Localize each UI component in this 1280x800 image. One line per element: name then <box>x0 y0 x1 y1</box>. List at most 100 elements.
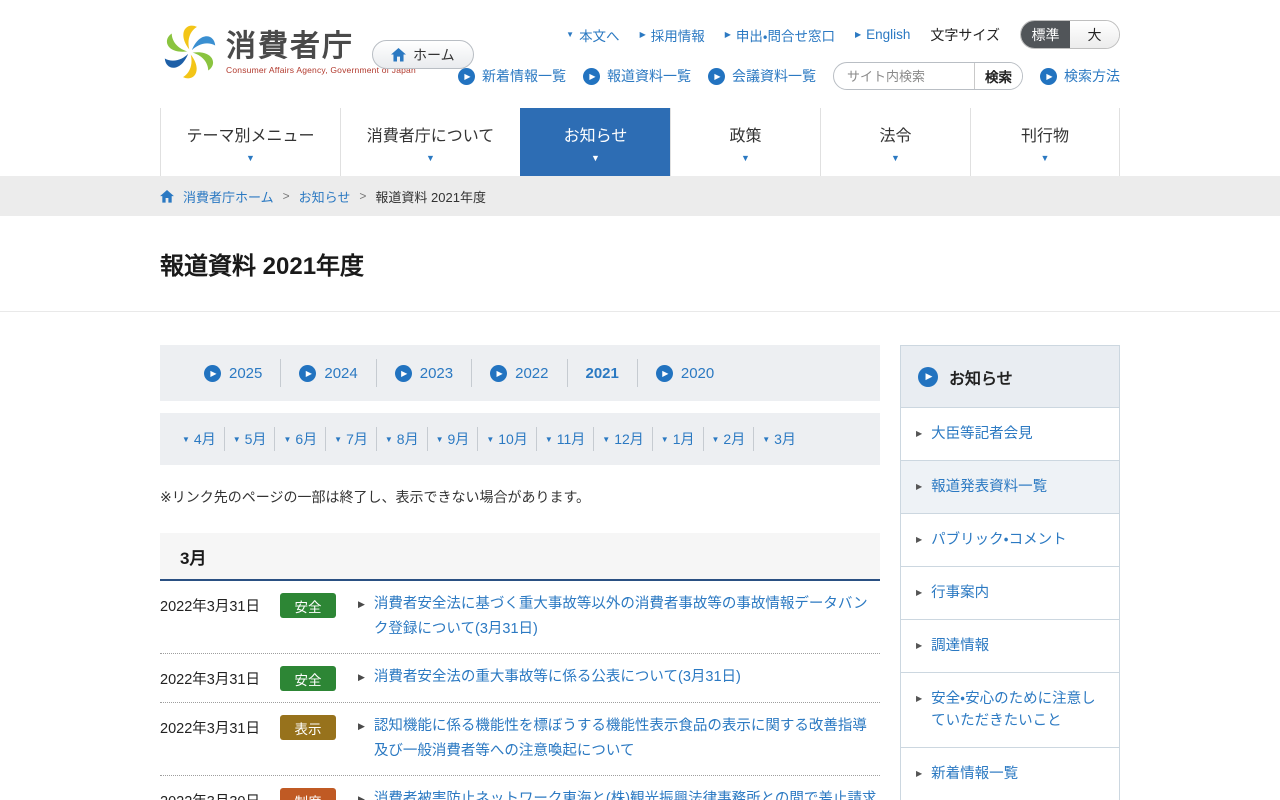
sidebar-header[interactable]: ▶ お知らせ <box>901 346 1119 408</box>
font-size-large-button[interactable]: 大 <box>1070 21 1119 48</box>
month-link[interactable]: ▼ 4月 <box>174 427 224 451</box>
font-size-standard-button[interactable]: 標準 <box>1021 21 1070 48</box>
sidebar-item-label: 行事案内 <box>931 585 990 601</box>
sidebar-item-label: 報道発表資料一覧 <box>931 479 1048 495</box>
title-block: 報道資料 2021年度 <box>0 216 1280 311</box>
utility-link-label: 本文へ <box>579 28 620 44</box>
year-tab[interactable]: ▶ 2022 <box>471 359 566 387</box>
chevron-right-icon: ▶ <box>358 721 365 731</box>
year-tab-label: 2021 <box>585 364 619 382</box>
utility-link[interactable]: ▶ English <box>855 27 910 42</box>
utility-link[interactable]: ▼ 本文へ <box>566 25 619 45</box>
month-link[interactable]: ▼ 9月 <box>426 427 478 451</box>
site-search: 検索 <box>833 62 1023 90</box>
sidebar-item[interactable]: ▶ 安全・安心のために注意していただきたいこと <box>901 672 1119 747</box>
utility-link[interactable]: ▶ 申出・問合せ窓口 <box>725 25 835 45</box>
nav-item[interactable]: お知らせ ▼ <box>520 108 670 176</box>
chevron-right-icon: ▶ <box>916 641 923 650</box>
quick-link[interactable]: ▶ 報道資料一覧 <box>583 66 691 86</box>
chevron-down-icon: ▼ <box>246 152 255 163</box>
search-input[interactable] <box>834 63 974 89</box>
month-link[interactable]: ▼ 5月 <box>223 427 275 451</box>
quick-link-label: 新着情報一覧 <box>482 68 566 84</box>
chevron-icon: ▶ <box>639 30 646 39</box>
nav-item[interactable]: 法令 ▼ <box>820 108 970 176</box>
month-link-label: 8月 <box>396 431 419 447</box>
home-button-label: ホーム <box>413 46 455 63</box>
month-link[interactable]: ▼ 12月 <box>593 427 652 451</box>
year-tab-label: 2023 <box>419 364 454 382</box>
news-title-link[interactable]: 消費者被害防止ネットワーク東海と(株)観光振興法律事務所との間で差止請求について <box>374 787 880 800</box>
play-circle-icon: ▶ <box>458 67 475 85</box>
year-tab-label: 2020 <box>680 364 715 382</box>
chevron-down-icon: ▼ <box>711 434 720 444</box>
sidebar-item-label: 安全・安心のために注意していただきたいこと <box>931 691 1096 729</box>
sidebar-item-label: 大臣等記者会見 <box>931 426 1033 442</box>
nav-item-label: テーマ別メニュー <box>186 127 315 145</box>
sidebar-item[interactable]: ▶ 調達情報 <box>901 619 1119 672</box>
year-tab[interactable]: ▶ 2024 <box>280 359 375 387</box>
link-expiry-note: ※リンク先のページの一部は終了し、表示できない場合があります。 <box>160 489 591 505</box>
chevron-right-icon: ▶ <box>358 794 365 800</box>
month-link[interactable]: ▼ 10月 <box>477 427 536 451</box>
month-link-label: 10月 <box>498 431 528 447</box>
news-row: 2022年3月31日 安全 ▶ 消費者安全法の重大事故等に係る公表について(3月… <box>160 653 880 702</box>
chevron-right-icon: ▶ <box>916 694 923 703</box>
breadcrumb-news-link[interactable]: お知らせ <box>299 187 351 206</box>
search-button[interactable]: 検索 <box>974 63 1022 89</box>
news-category-badge: 表示 <box>280 715 336 740</box>
nav-item[interactable]: 刊行物 ▼ <box>970 108 1120 176</box>
news-date: 2022年3月31日 <box>160 599 260 615</box>
search-help-link[interactable]: ▶ 検索方法 <box>1040 66 1120 86</box>
news-row: 2022年3月31日 安全 ▶ 消費者安全法に基づく重大事故等以外の消費者事故等… <box>160 581 880 653</box>
utility-link[interactable]: ▶ 採用情報 <box>640 25 705 45</box>
month-link-label: 7月 <box>346 431 368 447</box>
sidebar-item[interactable]: ▶ パブリック・コメント <box>901 513 1119 566</box>
quick-link[interactable]: ▶ 会議資料一覧 <box>708 66 816 86</box>
breadcrumb-home-link[interactable]: 消費者庁ホーム <box>183 187 274 206</box>
sidebar-item-label: 調達情報 <box>931 638 990 654</box>
news-row: 2022年3月31日 表示 ▶ 認知機能に係る機能性を標ぼうする機能性表示食品の… <box>160 702 880 775</box>
news-date: 2022年3月31日 <box>160 721 260 737</box>
month-link[interactable]: ▼ 11月 <box>535 427 593 451</box>
chevron-down-icon: ▼ <box>762 434 771 444</box>
pinwheel-logo-icon <box>164 25 216 79</box>
month-link[interactable]: ▼ 8月 <box>375 427 427 451</box>
chevron-right-icon: ▶ <box>358 599 365 609</box>
sidebar-item[interactable]: ▶ 新着情報一覧 <box>901 747 1119 800</box>
sidebar-item[interactable]: ▶ 行事案内 <box>901 566 1119 619</box>
news-title-link[interactable]: 消費者安全法の重大事故等に係る公表について(3月31日) <box>374 665 880 690</box>
month-section-header: 3月 <box>160 533 880 581</box>
month-link-label: 5月 <box>244 431 267 447</box>
month-link[interactable]: ▼ 1月 <box>651 427 703 451</box>
year-tab[interactable]: ▶ 2025 <box>186 359 280 387</box>
year-tab-label: 2024 <box>324 364 358 382</box>
chevron-icon: ▼ <box>566 30 575 39</box>
month-link[interactable]: ▼ 3月 <box>753 427 804 451</box>
year-tab[interactable]: ▶ 2023 <box>375 359 471 387</box>
month-link[interactable]: ▼ 2月 <box>702 427 754 451</box>
news-title-link[interactable]: 認知機能に係る機能性を標ぼうする機能性表示食品の表示に関する改善指導及び一般消費… <box>374 714 880 764</box>
sidebar-item[interactable]: ▶ 大臣等記者会見 <box>901 408 1119 460</box>
sidebar-item[interactable]: ▶ 報道発表資料一覧 <box>901 460 1119 513</box>
site-header: 消費者庁 Consumer Affairs Agency, Government… <box>0 0 1280 108</box>
nav-item-label: 法令 <box>879 127 912 145</box>
year-tab[interactable]: ▶ 2021 <box>566 359 637 387</box>
month-link-label: 2月 <box>723 431 746 447</box>
breadcrumb: 消費者庁ホーム > お知らせ > 報道資料 2021年度 <box>160 176 1120 216</box>
month-link-label: 3月 <box>774 431 796 447</box>
play-circle-icon: ▶ <box>1040 67 1057 85</box>
news-date: 2022年3月30日 <box>160 787 272 800</box>
month-link[interactable]: ▼ 6月 <box>274 427 325 451</box>
utility-nav: ▼ 本文へ ▶ 採用情報 ▶ 申出・問合せ窓口 ▶ English 文字サイズ … <box>566 20 1120 49</box>
chevron-down-icon: ▼ <box>544 434 553 444</box>
nav-item[interactable]: 消費者庁について ▼ <box>340 108 520 176</box>
page-title: 報道資料 2021年度 <box>160 253 365 280</box>
nav-item[interactable]: テーマ別メニュー ▼ <box>160 108 340 176</box>
quick-link[interactable]: ▶ 新着情報一覧 <box>458 66 566 86</box>
chevron-down-icon: ▼ <box>1040 152 1050 163</box>
news-title-link[interactable]: 消費者安全法に基づく重大事故等以外の消費者事故等の事故情報データバンク登録につい… <box>374 592 880 642</box>
nav-item[interactable]: 政策 ▼ <box>670 108 820 176</box>
month-link[interactable]: ▼ 7月 <box>325 427 376 451</box>
year-tab[interactable]: ▶ 2020 <box>636 359 732 387</box>
